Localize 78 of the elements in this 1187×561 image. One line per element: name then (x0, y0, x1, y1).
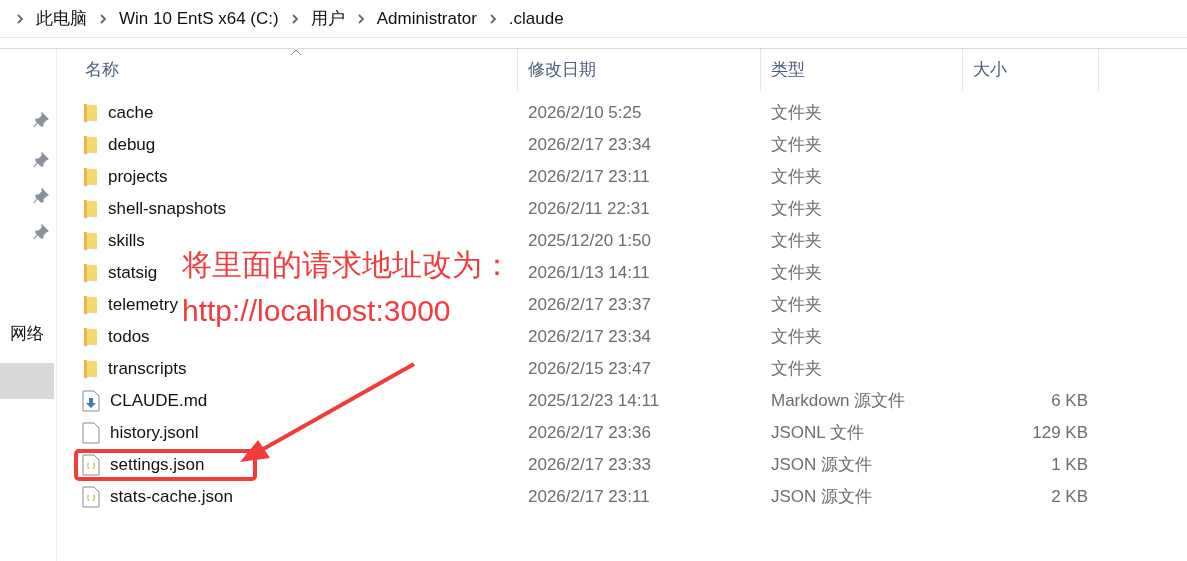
modified-date: 2026/2/17 23:33 (528, 455, 651, 475)
pin-icon (33, 112, 49, 128)
file-type: 文件夹 (771, 231, 822, 251)
file-name[interactable]: shell-snapshots (108, 196, 227, 222)
file-name[interactable]: telemetry (108, 292, 178, 318)
document-icon (82, 422, 100, 444)
column-header[interactable]: 名称 (57, 57, 119, 83)
file-type: 文件夹 (771, 263, 822, 283)
file-type: 文件夹 (771, 103, 822, 123)
modified-date: 2026/1/13 14:11 (528, 263, 650, 283)
file-name[interactable]: CLAUDE.md (110, 388, 208, 414)
chevron-icon[interactable] (99, 12, 107, 25)
breadcrumb-item[interactable]: 此电脑 (36, 5, 87, 32)
chevron-icon[interactable] (488, 12, 497, 25)
chevron-icon[interactable] (16, 12, 24, 25)
breadcrumb-item[interactable]: Win 10 EntS x64 (C:) (119, 5, 279, 32)
file-type: JSON 源文件 (771, 455, 873, 475)
file-name[interactable]: skills (108, 228, 145, 254)
file-type: 文件夹 (771, 199, 822, 219)
column-header[interactable]: 类型 (761, 57, 805, 83)
modified-date: 2026/2/11 22:31 (528, 199, 650, 219)
file-name[interactable]: cache (108, 100, 154, 126)
folder-icon (82, 327, 98, 347)
sort-caret-icon (290, 49, 302, 56)
file-type: 文件夹 (771, 359, 822, 379)
chevron-icon[interactable] (290, 12, 299, 25)
modified-date: 2026/2/17 23:11 (528, 487, 650, 507)
modified-date: 2026/2/17 23:34 (528, 327, 651, 347)
file-size: 129 KB (1032, 422, 1088, 445)
folder-icon (82, 135, 98, 155)
pin-icon (33, 224, 49, 240)
folder-icon (82, 263, 98, 283)
breadcrumb-item[interactable]: .claude (508, 5, 564, 32)
file-name[interactable]: todos (108, 324, 150, 350)
folder-icon (82, 103, 98, 123)
file-size: 6 KB (1051, 390, 1088, 413)
nav-item-label[interactable]: 网络 (10, 321, 44, 347)
pin-icon (33, 152, 49, 168)
file-type: 文件夹 (771, 167, 822, 187)
file-name[interactable]: statsig (108, 260, 158, 286)
download-document-icon (82, 390, 100, 412)
modified-date: 2026/2/15 23:47 (528, 359, 651, 379)
annotation-text: 将里面的请求地址改为： (182, 247, 512, 283)
file-name[interactable]: stats-cache.json (110, 484, 233, 510)
folder-icon (82, 199, 98, 219)
modified-date: 2026/2/17 23:36 (528, 423, 651, 443)
breadcrumb-item[interactable]: 用户 (310, 5, 345, 32)
file-size: 1 KB (1051, 454, 1088, 477)
modified-date: 2025/12/20 1:50 (528, 231, 651, 251)
file-size: 2 KB (1051, 486, 1088, 509)
file-type: Markdown 源文件 (771, 391, 906, 411)
modified-date: 2025/12/23 14:11 (528, 391, 660, 411)
file-name[interactable]: history.jsonl (110, 420, 199, 446)
file-type: 文件夹 (771, 135, 822, 155)
file-name[interactable]: projects (108, 164, 168, 190)
column-header[interactable]: 修改日期 (518, 57, 596, 83)
file-name[interactable]: debug (108, 132, 156, 158)
modified-date: 2026/2/17 23:11 (528, 167, 650, 187)
modified-date: 2026/2/10 5:25 (528, 103, 642, 123)
chevron-icon[interactable] (356, 12, 365, 25)
file-type: 文件夹 (771, 295, 822, 315)
modified-date: 2026/2/17 23:34 (528, 135, 651, 155)
breadcrumb-item[interactable]: Administrator (376, 5, 477, 32)
braces-document-icon (82, 454, 100, 476)
file-type: JSON 源文件 (771, 487, 873, 507)
folder-icon (82, 295, 98, 315)
modified-date: 2026/2/17 23:37 (528, 295, 651, 315)
column-header[interactable]: 大小 (963, 57, 1007, 83)
file-name[interactable]: transcripts (108, 356, 187, 382)
pin-icon (33, 188, 49, 204)
annotation-text: http://localhost:3000 (182, 293, 451, 329)
folder-icon (82, 359, 98, 379)
file-type: JSONL 文件 (771, 423, 864, 443)
file-name[interactable]: settings.json (110, 452, 205, 478)
braces-document-icon (82, 486, 100, 508)
file-type: 文件夹 (771, 327, 822, 347)
folder-icon (82, 167, 98, 187)
folder-icon (82, 231, 98, 251)
